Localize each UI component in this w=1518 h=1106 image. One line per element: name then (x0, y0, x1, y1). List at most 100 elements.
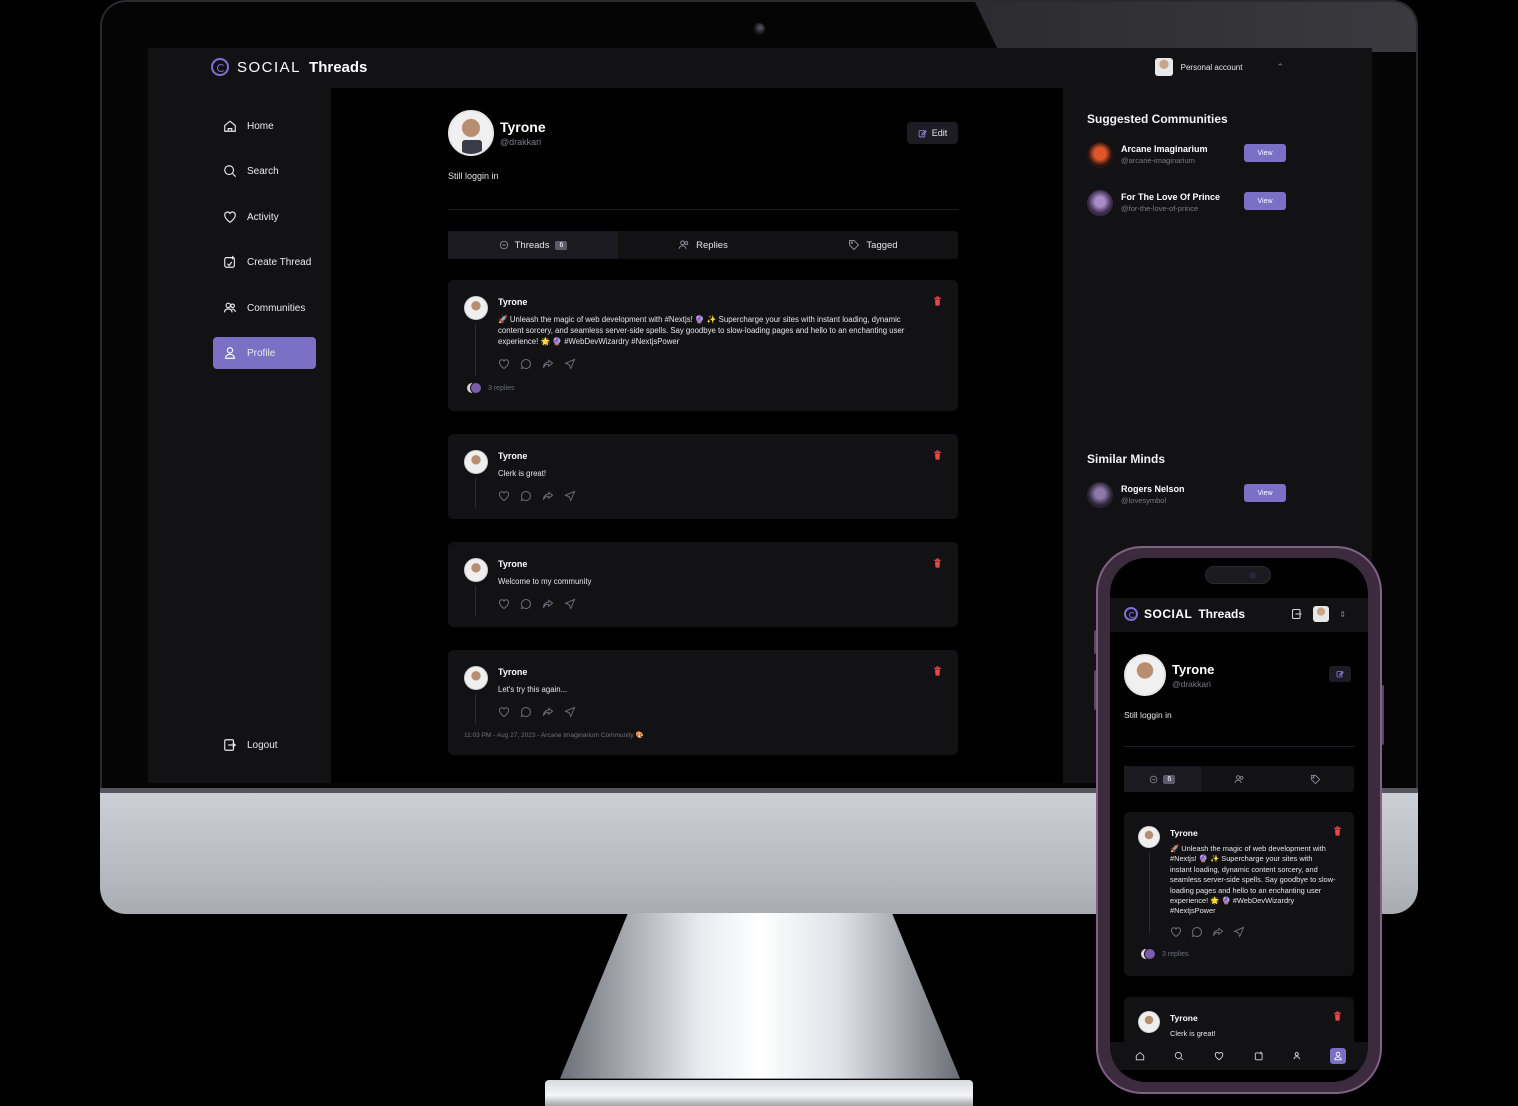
bottom-nav-search[interactable] (1171, 1048, 1187, 1064)
community-avatar (1087, 142, 1113, 168)
tab-label: Replies (696, 239, 728, 251)
tag-icon (1311, 774, 1321, 784)
author-avatar[interactable] (464, 558, 488, 582)
author-avatar[interactable] (1138, 826, 1160, 848)
tab-replies[interactable] (1201, 766, 1278, 792)
bottom-nav-communities[interactable] (1290, 1048, 1306, 1064)
delete-icon[interactable] (933, 666, 942, 676)
sidebar-item-profile[interactable]: Profile (213, 337, 316, 369)
tab-tagged[interactable] (1277, 766, 1354, 792)
edit-label: Edit (931, 128, 948, 138)
similar-minds-title: Similar Minds (1087, 452, 1166, 466)
sidebar-item-activity[interactable]: Activity (213, 201, 316, 233)
tab-tagged[interactable]: Tagged (788, 231, 958, 259)
reply-icon[interactable] (520, 598, 532, 610)
profile-icon (1334, 1051, 1342, 1061)
author-avatar[interactable] (1138, 1011, 1160, 1033)
reply-icon[interactable] (520, 706, 532, 718)
suggested-communities-title: Suggested Communities (1087, 112, 1228, 126)
thread-text: 🚀 Unleash the magic of web development w… (1170, 844, 1336, 916)
thread-author[interactable]: Tyrone (498, 559, 527, 569)
mobile-profile-bio: Still loggin in (1124, 710, 1172, 720)
tab-threads[interactable]: Threads 6 (448, 231, 618, 259)
community-name: For The Love Of Prince (1121, 192, 1221, 202)
sidebar-item-home[interactable]: Home (213, 110, 316, 142)
thread-actions (498, 706, 576, 718)
user-item: Rogers Nelson @lovesymbol View (1087, 481, 1287, 511)
logo-social-text: SOCIAL (1144, 607, 1193, 621)
author-avatar[interactable] (464, 666, 488, 690)
author-avatar[interactable] (464, 296, 488, 320)
like-icon[interactable] (1170, 926, 1182, 938)
search-icon (224, 165, 237, 178)
account-switcher[interactable]: Personal account ⌃ (1154, 58, 1284, 76)
view-community-button[interactable]: View (1244, 144, 1286, 162)
delete-icon[interactable] (933, 558, 942, 568)
sidebar-item-label: Communities (247, 302, 306, 314)
like-icon[interactable] (498, 358, 510, 370)
share-icon[interactable] (564, 598, 576, 610)
reply-icon[interactable] (520, 490, 532, 502)
logout-button[interactable]: Logout (213, 738, 278, 752)
sidebar-item-search[interactable]: Search (213, 155, 316, 187)
thread-replies[interactable]: 3 replies (1140, 948, 1188, 960)
repost-icon[interactable] (542, 358, 554, 370)
like-icon[interactable] (498, 598, 510, 610)
bottom-nav-activity[interactable] (1211, 1048, 1227, 1064)
sidebar-item-communities[interactable]: Communities (213, 292, 316, 324)
repost-icon[interactable] (1212, 926, 1224, 938)
delete-icon[interactable] (1333, 1011, 1342, 1021)
mobile-top-actions: ⇕ (1291, 606, 1346, 622)
community-avatar (1087, 190, 1113, 216)
reply-icon[interactable] (1191, 926, 1203, 938)
share-icon[interactable] (564, 490, 576, 502)
thread-meta[interactable]: 11:03 PM - Aug 27, 2023 - Arcane Imagina… (464, 731, 644, 739)
monitor-glare (975, 2, 1416, 52)
repost-icon[interactable] (542, 490, 554, 502)
delete-icon[interactable] (933, 296, 942, 306)
share-icon[interactable] (1233, 926, 1245, 938)
logout-icon[interactable] (1291, 608, 1303, 620)
thread-replies[interactable]: 3 replies (466, 382, 514, 394)
thread-author[interactable]: Tyrone (1170, 1013, 1198, 1023)
like-icon[interactable] (498, 706, 510, 718)
thread-card: Tyrone 🚀 Unleash the magic of web develo… (1124, 812, 1354, 976)
replies-count: 3 replies (1162, 950, 1189, 958)
share-icon[interactable] (564, 358, 576, 370)
thread-author[interactable]: Tyrone (1170, 828, 1198, 838)
thread-author[interactable]: Tyrone (498, 667, 527, 677)
mobile-edit-button[interactable] (1329, 666, 1351, 682)
repost-icon[interactable] (542, 598, 554, 610)
author-avatar[interactable] (464, 450, 488, 474)
mobile-logo[interactable]: SOCIAL Threads (1124, 607, 1245, 621)
share-icon[interactable] (564, 706, 576, 718)
bottom-nav-create-thread[interactable] (1251, 1048, 1267, 1064)
tab-label: Threads (514, 239, 550, 251)
bottom-nav-profile[interactable] (1330, 1048, 1347, 1064)
tab-replies[interactable]: Replies (618, 231, 788, 259)
communities-icon (223, 302, 236, 313)
app-logo[interactable]: SOCIAL Threads (211, 58, 367, 76)
tab-threads[interactable]: 6 (1124, 766, 1201, 792)
sidebar-item-create-thread[interactable]: Create Thread (213, 246, 316, 278)
repost-icon[interactable] (542, 706, 554, 718)
thread-author[interactable]: Tyrone (498, 297, 527, 307)
like-icon[interactable] (498, 490, 510, 502)
profile-tabs: Threads 6 Replies Tagged (448, 231, 958, 259)
view-user-button[interactable]: View (1244, 484, 1286, 502)
bottom-nav-home[interactable] (1132, 1048, 1148, 1064)
heart-icon (224, 211, 236, 223)
community-handle: @arcane-imaginarium (1121, 156, 1195, 165)
logo-icon (1124, 607, 1138, 621)
reply-icon[interactable] (520, 358, 532, 370)
user-avatar (1087, 482, 1113, 508)
delete-icon[interactable] (933, 450, 942, 460)
edit-profile-button[interactable]: Edit (907, 122, 958, 144)
community-handle: @for-the-love-of-prince (1121, 204, 1199, 213)
thread-author[interactable]: Tyrone (498, 451, 527, 461)
thread-line (1149, 852, 1150, 934)
chevron-updown-icon[interactable]: ⇕ (1339, 610, 1346, 619)
delete-icon[interactable] (1333, 826, 1342, 836)
account-avatar[interactable] (1313, 606, 1330, 622)
view-community-button[interactable]: View (1244, 192, 1286, 210)
